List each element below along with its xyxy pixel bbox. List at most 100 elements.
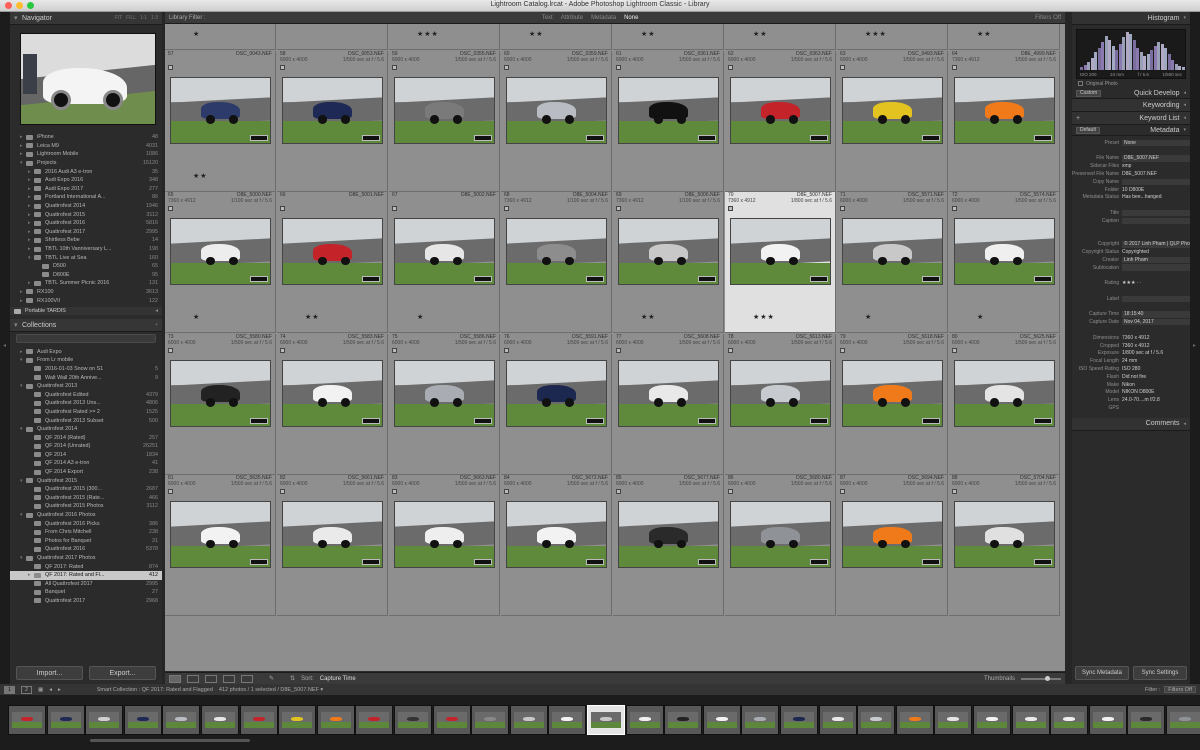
collections-item[interactable]: ▾ Quattrofest 2013 [10, 382, 162, 391]
flag-icon[interactable] [728, 347, 733, 353]
filmstrip-thumbnail[interactable] [46, 705, 85, 735]
star-rating[interactable]: ★★★ [417, 30, 439, 38]
flag-icon[interactable] [616, 206, 621, 211]
photo-cell[interactable] [277, 24, 388, 50]
navigator-header[interactable]: ▾ Navigator FIT FILL 1:1 1:3 [10, 12, 162, 25]
flag-icon[interactable] [280, 64, 285, 70]
metadata-value[interactable] [1122, 209, 1190, 217]
photo-thumbnail[interactable] [842, 501, 943, 568]
flag-icon[interactable] [952, 489, 957, 494]
collections-item[interactable]: Quattrofest 2015 (300... 2687 [10, 485, 162, 494]
star-rating[interactable]: ★ [193, 313, 200, 321]
collections-item[interactable]: ▾ Quattrofest 2017 Photos [10, 554, 162, 563]
folders-item[interactable]: ▸ RX100VII 122 [10, 296, 162, 305]
photo-cell[interactable]: 58 DSC_0053.NEF 6000 x 4000 1/500 sec at f … [277, 50, 388, 192]
star-rating[interactable]: ★★★ [865, 30, 887, 38]
photo-thumbnail[interactable] [282, 501, 383, 568]
photo-cell[interactable]: 88 DSC_5704.NEF 6000 x 4000 1/500 sec at f … [949, 475, 1060, 616]
flag-icon[interactable] [840, 206, 845, 211]
collections-item[interactable]: From Chris Mitchell 238 [10, 528, 162, 537]
flag-icon[interactable] [280, 489, 285, 494]
photo-thumbnail[interactable] [282, 218, 383, 285]
photo-cell[interactable]: 69 D8E_5006.NEF 7360 x 4912 1/100 sec at f … [613, 192, 724, 333]
survey-view-icon[interactable] [223, 674, 235, 683]
photo-thumbnail[interactable] [730, 501, 831, 568]
drive-portable-tardis[interactable]: Portable TARDIS ◂ [10, 306, 162, 316]
photo-thumbnail[interactable] [170, 501, 271, 568]
filmstrip-thumbnail[interactable] [857, 705, 896, 735]
compare-view-icon[interactable] [205, 674, 217, 683]
photo-thumbnail[interactable] [954, 359, 1055, 427]
filmstrip-thumbnail[interactable] [548, 705, 587, 735]
photo-cell[interactable]: 75 DSC_5586.NEF 6000 x 4000 1/500 sec at f … [389, 333, 500, 475]
collections-item[interactable]: QF 2014 Export 238 [10, 468, 162, 477]
photo-thumbnail[interactable] [282, 76, 383, 144]
photo-cell[interactable]: 66 D8E_5001.NEF ★★ [277, 192, 388, 333]
photo-thumbnail[interactable] [170, 218, 271, 285]
flag-icon[interactable] [728, 489, 733, 494]
photo-cell[interactable]: 68 D8E_5004.NEF 7360 x 4912 1/100 sec at f … [501, 192, 612, 333]
filmstrip-thumbnail[interactable] [1166, 705, 1200, 735]
photo-cell[interactable]: 65 D8E_5000.NEF 7360 x 4912 1/100 sec at f … [165, 192, 276, 333]
filmstrip-thumbnail[interactable] [394, 705, 432, 735]
filmstrip-thumbnail[interactable] [432, 705, 471, 735]
photo-thumbnail[interactable] [842, 76, 943, 144]
photo-thumbnail[interactable] [730, 218, 831, 285]
filmstrip-thumbnail[interactable] [741, 705, 780, 735]
flag-icon[interactable] [840, 347, 845, 353]
filmstrip-thumbnail[interactable] [8, 705, 46, 735]
folders-item[interactable]: ▸ Lightroom Mobile 1086 [10, 150, 162, 159]
photo-cell[interactable]: ★★★ [837, 24, 948, 50]
photo-cell[interactable]: 76 DSC_5591.NEF 6000 x 4000 1/500 sec at f … [501, 333, 612, 475]
flag-icon[interactable] [952, 206, 957, 211]
filmstrip-thumbnail[interactable] [973, 705, 1011, 735]
photo-cell[interactable]: ★★★ [389, 24, 500, 50]
collections-item[interactable]: Photos for Banquet 31 [10, 537, 162, 546]
photo-cell[interactable]: 67 D8E_5002.NEF ★ [389, 192, 500, 333]
photo-cell[interactable]: 63 DSC_0493.NEF 6000 x 4000 1/500 sec at f … [837, 50, 948, 192]
collections-item[interactable]: Quattrofest 2013 Uns... 4806 [10, 399, 162, 408]
photo-cell[interactable]: 71 DSC_5571.NEF 6000 x 4000 1/500 sec at f … [837, 192, 948, 333]
folders-item[interactable]: D500 65 [10, 262, 162, 271]
folders-item[interactable]: ▸ Quattrofest 2014 1946 [10, 202, 162, 211]
flag-icon[interactable] [728, 206, 733, 211]
collections-item[interactable]: Quattrofest 2017 2968 [10, 597, 162, 606]
folders-item[interactable]: ▸ Quattrofest 2015 3112 [10, 210, 162, 219]
photo-thumbnail[interactable] [618, 501, 719, 568]
photo-thumbnail[interactable] [394, 501, 495, 568]
filter-tab-attribute[interactable]: Attribute [561, 15, 583, 21]
sort-dropdown[interactable]: Capture Time [320, 676, 356, 682]
collections-header[interactable]: ▾ Collections + [10, 319, 162, 333]
photo-thumbnail[interactable] [618, 218, 719, 285]
folders-item[interactable]: ▸ RX100 3613 [10, 288, 162, 297]
collections-item[interactable]: QF 2014 (Rated) 257 [10, 433, 162, 442]
photo-thumbnail[interactable] [394, 218, 495, 285]
photo-thumbnail[interactable] [730, 359, 831, 427]
collections-item[interactable]: Quattrofest 2016 Picks 386 [10, 519, 162, 528]
metadata-value[interactable]: 18:15:40 [1122, 311, 1190, 318]
flag-icon[interactable] [168, 206, 173, 211]
filmstrip-thumbnail[interactable] [162, 705, 201, 735]
star-rating[interactable]: ★★ [305, 313, 320, 321]
filmstrip-thumbnail[interactable] [123, 705, 162, 735]
flag-icon[interactable] [952, 347, 957, 353]
filmstrip-count[interactable]: 412 photos / 1 selected / D8E_5007.NEF ▾ [219, 687, 323, 693]
photo-cell[interactable]: 61 DSC_0361.NEF 6000 x 4000 1/500 sec at f … [613, 50, 724, 192]
photo-cell[interactable]: ★ [165, 24, 276, 50]
photo-cell[interactable]: 60 DSC_0359.NEF 6000 x 4000 1/500 sec at f … [501, 50, 612, 192]
sync-settings-button[interactable]: Sync Settings [1133, 666, 1187, 680]
photo-cell[interactable]: 64 D8E_4999.NEF 7360 x 4912 1/500 sec at f … [949, 50, 1060, 192]
comments-header[interactable]: Comments ◂ [1072, 417, 1190, 431]
collections-item[interactable]: Banquet 27 [10, 588, 162, 597]
collections-item[interactable]: Quattrofest 2015 (Rate... 466 [10, 494, 162, 503]
filmstrip-thumbnail[interactable] [239, 705, 278, 735]
photo-cell[interactable]: 62 DSC_0363.NEF 6000 x 4000 1/500 sec at f … [725, 50, 836, 192]
filter-tab-text[interactable]: Text [542, 15, 553, 21]
folders-item[interactable]: ▸ Shirtless Bebe 14 [10, 236, 162, 245]
collections-item[interactable]: Quattrofest Edited 4379 [10, 390, 162, 399]
filmstrip-thumbnail[interactable] [1011, 705, 1050, 735]
collections-item[interactable]: QF 2014 1834 [10, 451, 162, 460]
photo-thumbnail[interactable] [954, 76, 1055, 144]
metadata-value[interactable] [1122, 295, 1190, 303]
flag-icon[interactable] [168, 64, 173, 70]
